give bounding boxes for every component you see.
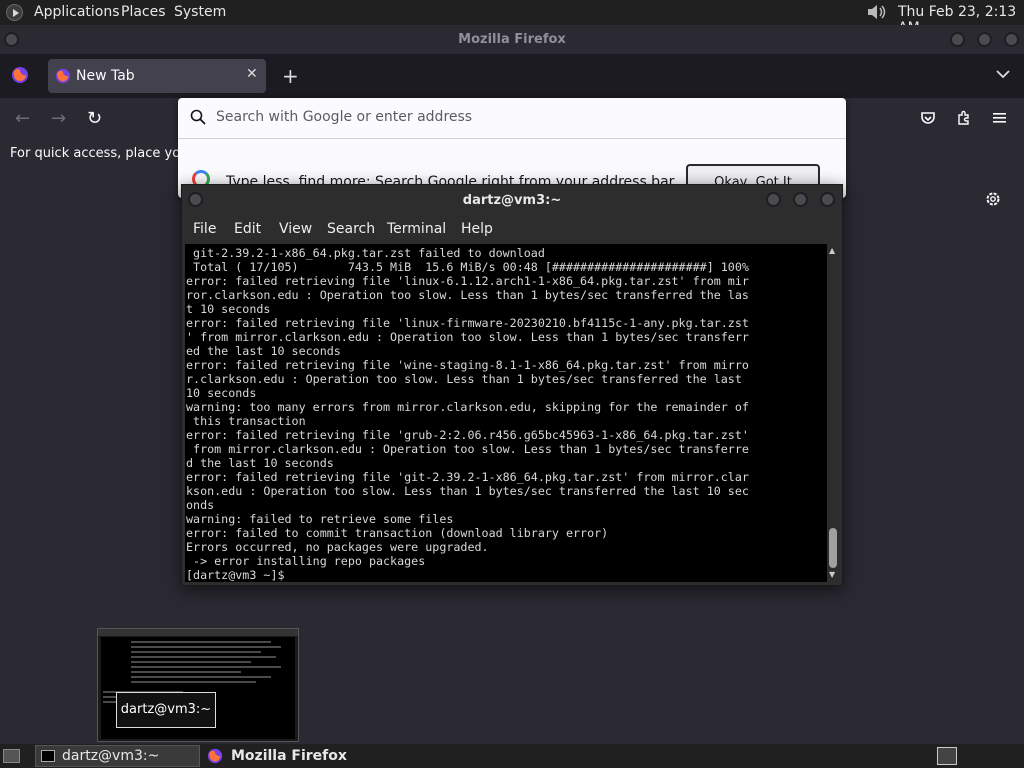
terminal-text: git-2.39.2-1-x86_64.pkg.tar.zst failed t… (186, 246, 749, 582)
terminal-title: dartz@vm3:~ (462, 193, 562, 208)
firefox-favicon-icon (55, 68, 71, 84)
menu-system[interactable]: System (174, 4, 226, 20)
taskbar-item-terminal[interactable]: dartz@vm3:~ (35, 745, 200, 767)
tab-new-tab[interactable]: New Tab ✕ (48, 59, 266, 93)
bookmarks-hint: For quick access, place your (10, 146, 194, 161)
taskbar-item-firefox[interactable]: Mozilla Firefox (231, 748, 347, 764)
urlbar-dropdown: Search with Google or enter address Type… (178, 98, 846, 198)
menu-file[interactable]: File (193, 221, 216, 237)
window-preview-tooltip: dartz@vm3:~ (116, 692, 216, 728)
firefox-window-title: Mozilla Firefox (458, 32, 566, 47)
menu-applications[interactable]: Applications (34, 4, 120, 20)
reload-button-icon[interactable]: ↻ (87, 108, 102, 129)
terminal-scrollbar[interactable]: ▲ ▼ (827, 244, 839, 582)
terminal-titlebar[interactable]: dartz@vm3:~ (182, 185, 842, 215)
tab-label: New Tab (76, 68, 135, 84)
taskbar-item-label: dartz@vm3:~ (62, 748, 160, 764)
firefox-view-icon[interactable] (11, 66, 29, 84)
terminal-icon (41, 750, 55, 762)
terminal-menubar: File Edit View Search Terminal Help (182, 215, 842, 243)
terminal-maximize-button[interactable] (793, 192, 808, 207)
list-all-tabs-icon[interactable] (996, 67, 1010, 81)
terminal-close-button[interactable] (820, 192, 835, 207)
workspace-switcher[interactable] (937, 747, 957, 765)
hamburger-menu-icon[interactable] (992, 111, 1007, 125)
firefox-titlebar[interactable]: Mozilla Firefox (0, 25, 1024, 54)
minimize-button[interactable] (950, 32, 965, 47)
firefox-icon[interactable] (207, 748, 223, 764)
menu-search[interactable]: Search (327, 221, 375, 237)
applications-logo-icon[interactable] (6, 4, 23, 21)
menu-places[interactable]: Places (121, 4, 166, 20)
terminal-output[interactable]: git-2.39.2-1-x86_64.pkg.tar.zst failed t… (185, 244, 827, 582)
tab-close-icon[interactable]: ✕ (246, 66, 258, 82)
menu-edit[interactable]: Edit (234, 221, 261, 237)
forward-button-icon[interactable]: → (51, 108, 66, 129)
scrollbar-thumb[interactable] (829, 528, 837, 568)
gear-icon[interactable] (984, 190, 1002, 208)
menu-terminal[interactable]: Terminal (387, 221, 446, 237)
maximize-button[interactable] (977, 32, 992, 47)
thumbnail-menubar (98, 629, 298, 636)
scroll-up-icon[interactable]: ▲ (829, 246, 835, 255)
bottom-panel: dartz@vm3:~ Mozilla Firefox (0, 744, 1024, 768)
new-tab-button[interactable]: + (282, 64, 299, 88)
menu-view[interactable]: View (279, 221, 312, 237)
terminal-minimize-button[interactable] (766, 192, 781, 207)
close-window-button[interactable] (1004, 32, 1019, 47)
terminal-window[interactable]: dartz@vm3:~ File Edit View Search Termin… (181, 184, 843, 586)
menu-help[interactable]: Help (461, 221, 493, 237)
search-icon (190, 109, 206, 125)
back-button-icon[interactable]: ← (15, 108, 30, 129)
pocket-icon[interactable] (920, 110, 936, 126)
url-placeholder: Search with Google or enter address (216, 109, 473, 125)
volume-icon[interactable] (866, 3, 888, 21)
top-panel: Applications Places System Thu Feb 23, 2… (0, 0, 1024, 36)
url-input[interactable]: Search with Google or enter address (178, 98, 846, 139)
show-desktop-icon[interactable] (3, 749, 20, 763)
scroll-down-icon[interactable]: ▼ (829, 570, 835, 579)
extensions-icon[interactable] (956, 110, 972, 126)
